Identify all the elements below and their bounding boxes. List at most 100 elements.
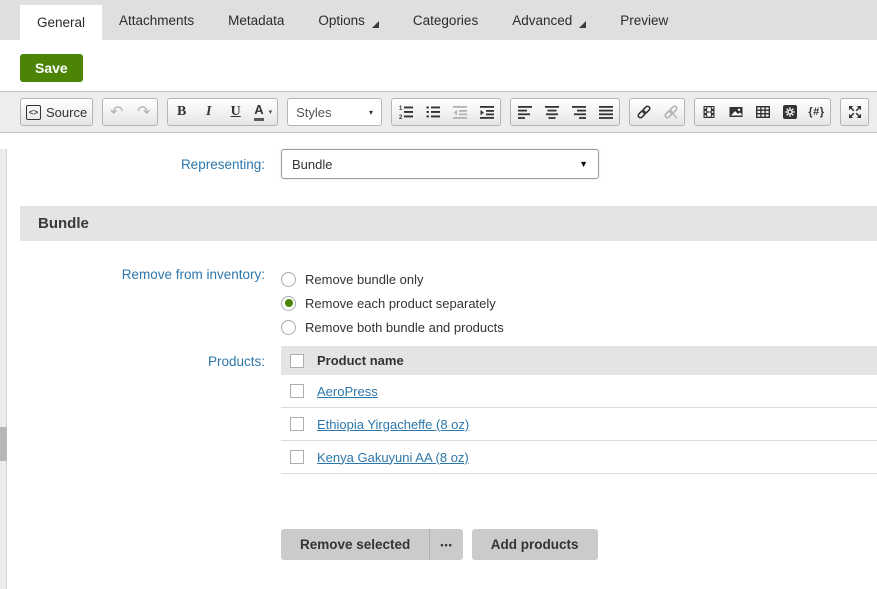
styles-dropdown-value: Styles (296, 104, 332, 120)
tab-categories-label: Categories (412, 12, 479, 28)
decrease-indent-icon (452, 106, 467, 119)
radio-selected-icon[interactable] (281, 295, 296, 311)
add-products-button[interactable]: Add products (471, 529, 598, 560)
tab-attachments[interactable]: Attachments (102, 0, 211, 40)
undo-icon: ↶ (110, 102, 124, 121)
justify-button[interactable] (592, 99, 619, 125)
bold-icon: B (177, 104, 187, 119)
styles-dropdown[interactable]: Styles ▾ (287, 98, 382, 126)
insert-widget-button[interactable] (776, 99, 803, 125)
bold-button[interactable]: B (168, 99, 195, 125)
tab-metadata-label: Metadata (228, 12, 285, 28)
radio-icon[interactable] (281, 271, 296, 287)
row-checkbox[interactable] (290, 384, 304, 398)
tab-options[interactable]: Options (301, 0, 396, 40)
save-button[interactable]: Save (20, 54, 83, 82)
svg-text:1: 1 (399, 106, 403, 112)
tab-preview[interactable]: Preview (603, 0, 685, 40)
radio-label[interactable]: Remove each product separately (305, 296, 496, 311)
table-icon (755, 106, 770, 119)
remove-from-inventory-label: Remove from inventory: (121, 267, 265, 282)
editor-toolbar: <> Source ↶ ↷ B I U A ▾ Styles ▾ 12 {#} (0, 91, 877, 133)
tab-metadata[interactable]: Metadata (211, 0, 301, 40)
align-left-button[interactable] (511, 99, 538, 125)
italic-button[interactable]: I (195, 99, 222, 125)
align-center-icon (544, 106, 559, 119)
source-button[interactable]: <> Source (21, 99, 92, 125)
toolbar-group-links (629, 98, 685, 126)
products-table-header: Product name (281, 346, 877, 375)
insert-table-button[interactable] (749, 99, 776, 125)
product-link[interactable]: Kenya Gakuyuni AA (8 oz) (317, 450, 469, 465)
numbered-list-button[interactable]: 12 (392, 99, 419, 125)
source-label: Source (46, 104, 88, 120)
align-center-button[interactable] (538, 99, 565, 125)
underline-icon: U (230, 104, 241, 119)
underline-button[interactable]: U (222, 99, 249, 125)
redo-icon: ↷ (137, 102, 151, 121)
more-actions-button[interactable]: ••• (429, 529, 463, 560)
radio-remove-bundle-only[interactable]: Remove bundle only (281, 267, 877, 291)
radio-remove-each-product-separately[interactable]: Remove each product separately (281, 291, 877, 315)
toolbar-group-align (510, 98, 620, 126)
dropdown-triangle-icon (579, 20, 587, 28)
representing-select[interactable]: Bundle ▼ (281, 149, 599, 179)
increase-indent-button[interactable] (473, 99, 500, 125)
remove-link-button[interactable] (657, 99, 684, 125)
table-row: AeroPress (281, 375, 877, 408)
radio-label[interactable]: Remove both bundle and products (305, 320, 504, 335)
remove-selected-button[interactable]: Remove selected (281, 529, 430, 560)
tab-preview-label: Preview (620, 12, 669, 28)
media-icon (703, 106, 714, 118)
tab-general[interactable]: General (20, 5, 103, 40)
toolbar-group-maximize (840, 98, 869, 126)
product-link[interactable]: AeroPress (317, 384, 378, 399)
radio-label[interactable]: Remove bundle only (305, 272, 424, 287)
representing-select-value: Bundle (292, 156, 333, 172)
text-color-button[interactable]: A ▾ (249, 99, 277, 125)
toolbar-group-insert: {#} (694, 98, 831, 126)
source-icon: <> (26, 104, 41, 120)
toolbar-group-source: <> Source (20, 98, 94, 126)
decrease-indent-button[interactable] (446, 99, 473, 125)
tab-options-label: Options (318, 12, 365, 28)
bulleted-list-button[interactable] (419, 99, 446, 125)
products-label: Products: (207, 354, 265, 369)
toolbar-group-lists: 12 (391, 98, 501, 126)
row-checkbox[interactable] (290, 417, 304, 431)
insert-media-button[interactable] (695, 99, 722, 125)
redo-button[interactable]: ↷ (130, 99, 157, 125)
tab-advanced-label: Advanced (512, 12, 573, 28)
splitter-handle[interactable] (0, 427, 7, 461)
product-link[interactable]: Ethiopia Yirgacheffe (8 oz) (317, 417, 469, 432)
align-right-icon (571, 106, 586, 119)
select-all-checkbox[interactable] (290, 353, 304, 368)
tab-advanced[interactable]: Advanced (495, 0, 603, 40)
maximize-icon (848, 106, 861, 118)
insert-macro-button[interactable]: {#} (803, 99, 830, 125)
row-checkbox[interactable] (290, 450, 304, 464)
ellipsis-icon: ••• (440, 539, 453, 550)
radio-icon[interactable] (281, 319, 296, 335)
widget-gear-icon (782, 105, 797, 119)
align-right-button[interactable] (565, 99, 592, 125)
tab-attachments-label: Attachments (119, 12, 195, 28)
svg-text:2: 2 (399, 115, 403, 120)
toolbar-group-basicstyles: B I U A ▾ (167, 98, 279, 126)
action-bar: Save (0, 40, 877, 91)
insert-link-button[interactable] (630, 99, 657, 125)
maximize-button[interactable] (841, 99, 868, 125)
text-color-icon: A (254, 103, 264, 121)
image-icon (729, 107, 742, 117)
radio-remove-both-bundle-and-products[interactable]: Remove both bundle and products (281, 315, 877, 339)
align-left-icon (517, 106, 532, 119)
tab-general-label: General (37, 15, 86, 30)
splitter-rail (0, 149, 7, 589)
insert-image-button[interactable] (722, 99, 749, 125)
section-header-bundle: Bundle (20, 206, 877, 241)
tab-categories[interactable]: Categories (396, 0, 495, 40)
caret-down-icon: ▼ (579, 159, 588, 169)
table-row: Ethiopia Yirgacheffe (8 oz) (281, 408, 877, 441)
undo-button[interactable]: ↶ (103, 99, 130, 125)
macro-icon: {#} (808, 106, 825, 118)
